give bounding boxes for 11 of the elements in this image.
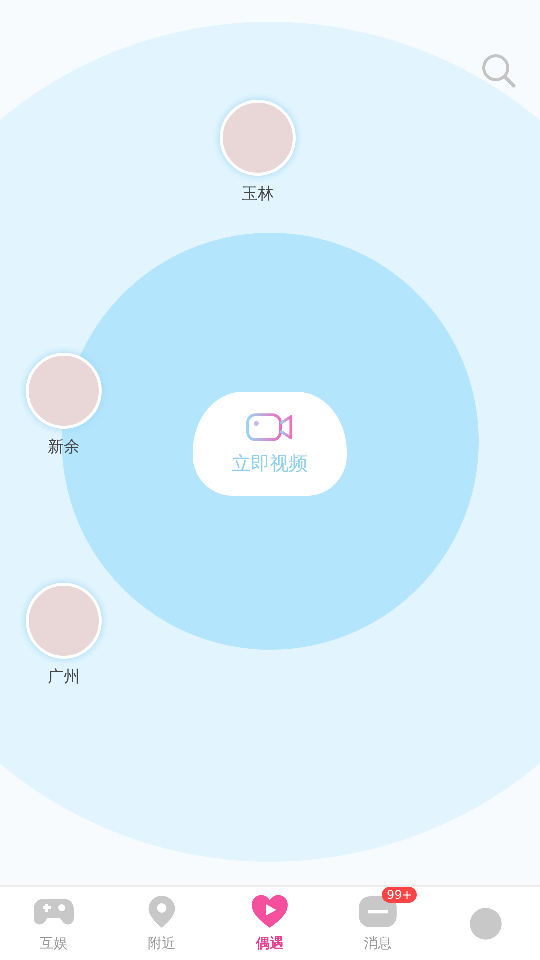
heart-play-icon [250,894,290,928]
unread-badge: 99+ [382,886,418,902]
nav-tab[interactable]: 互娱 [0,887,108,960]
search-icon[interactable] [481,53,517,89]
city-label: 广州 [48,667,80,688]
city-label: 新余 [48,437,80,458]
nav-tab[interactable]: 偶遇 [216,887,324,960]
nav-tab[interactable]: 99+ 消息 [324,887,432,960]
nav-tab[interactable]: 附近 [108,887,216,960]
video-camera-icon [246,412,294,442]
city-label: 玉林 [242,184,274,205]
